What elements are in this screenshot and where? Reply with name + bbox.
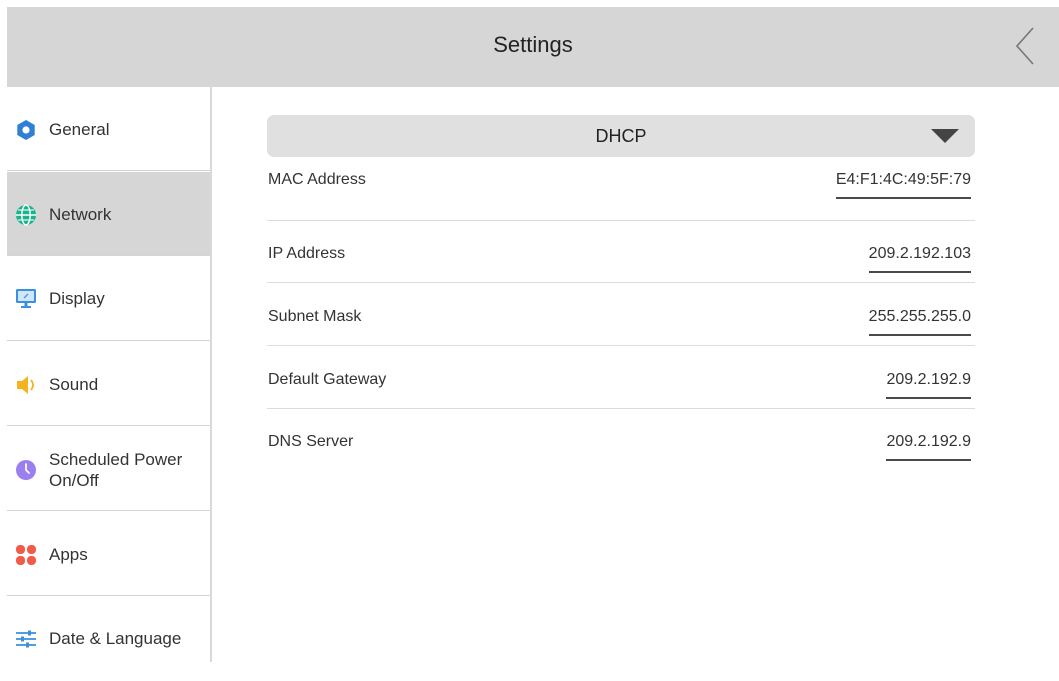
default-gateway-label: Default Gateway: [268, 371, 387, 388]
triangle-down-icon: [931, 129, 959, 143]
globe-icon: [15, 204, 37, 226]
sidebar-item-label: Sound: [49, 375, 99, 394]
speaker-icon: [15, 374, 37, 396]
dns-server-row: DNS Server 209.2.192.9: [267, 409, 975, 471]
sidebar-item-label: Date & Language: [49, 629, 182, 648]
clock-icon: [15, 459, 37, 481]
sidebar-item-apps[interactable]: Apps: [7, 512, 210, 596]
default-gateway-row: Default Gateway 209.2.192.9: [267, 347, 975, 409]
dns-server-label: DNS Server: [268, 433, 354, 450]
sidebar-item-date-language[interactable]: Date & Language: [7, 597, 210, 681]
chevron-left-icon: [1015, 27, 1034, 65]
mac-address-label: MAC Address: [268, 171, 366, 188]
connection-mode-value: DHCP: [595, 126, 647, 146]
sidebar-item-network[interactable]: Network: [7, 172, 210, 256]
apps-icon: [15, 544, 37, 566]
dns-server-field[interactable]: 209.2.192.9: [886, 433, 971, 461]
sidebar-item-label: Scheduled Power On/Off: [49, 450, 183, 490]
back-button[interactable]: [1013, 24, 1037, 68]
mac-address-row: MAC Address E4:F1:4C:49:5F:79: [267, 159, 975, 221]
subnet-mask-field[interactable]: 255.255.255.0: [868, 308, 971, 336]
mac-address-field[interactable]: E4:F1:4C:49:5F:79: [835, 171, 971, 199]
sidebar-item-scheduled-power[interactable]: Scheduled Power On/Off: [7, 427, 210, 511]
sidebar: General Network Display Sound Scheduled …: [7, 87, 210, 662]
sliders-icon: [15, 628, 37, 650]
monitor-icon: [15, 287, 37, 309]
gear-icon: [15, 119, 37, 141]
subnet-mask-row: Subnet Mask 255.255.255.0: [267, 284, 975, 346]
header-bar: Settings: [7, 7, 1059, 87]
network-settings-panel: DHCP MAC Address E4:F1:4C:49:5F:79 IP Ad…: [212, 87, 1059, 662]
subnet-mask-label: Subnet Mask: [268, 308, 362, 325]
sidebar-item-label: Network: [49, 205, 112, 224]
sidebar-item-display[interactable]: Display: [7, 257, 210, 341]
connection-mode-dropdown[interactable]: DHCP: [267, 115, 975, 157]
sidebar-item-sound[interactable]: Sound: [7, 342, 210, 426]
ip-address-field[interactable]: 209.2.192.103: [868, 245, 971, 273]
sidebar-item-label: General: [49, 120, 110, 139]
sidebar-item-label: Display: [49, 289, 105, 308]
default-gateway-field[interactable]: 209.2.192.9: [886, 371, 971, 399]
page-title: Settings: [493, 32, 573, 57]
sidebar-item-label: Apps: [49, 545, 88, 564]
ip-address-label: IP Address: [268, 245, 346, 262]
ip-address-row: IP Address 209.2.192.103: [267, 221, 975, 283]
sidebar-item-general[interactable]: General: [7, 87, 210, 171]
